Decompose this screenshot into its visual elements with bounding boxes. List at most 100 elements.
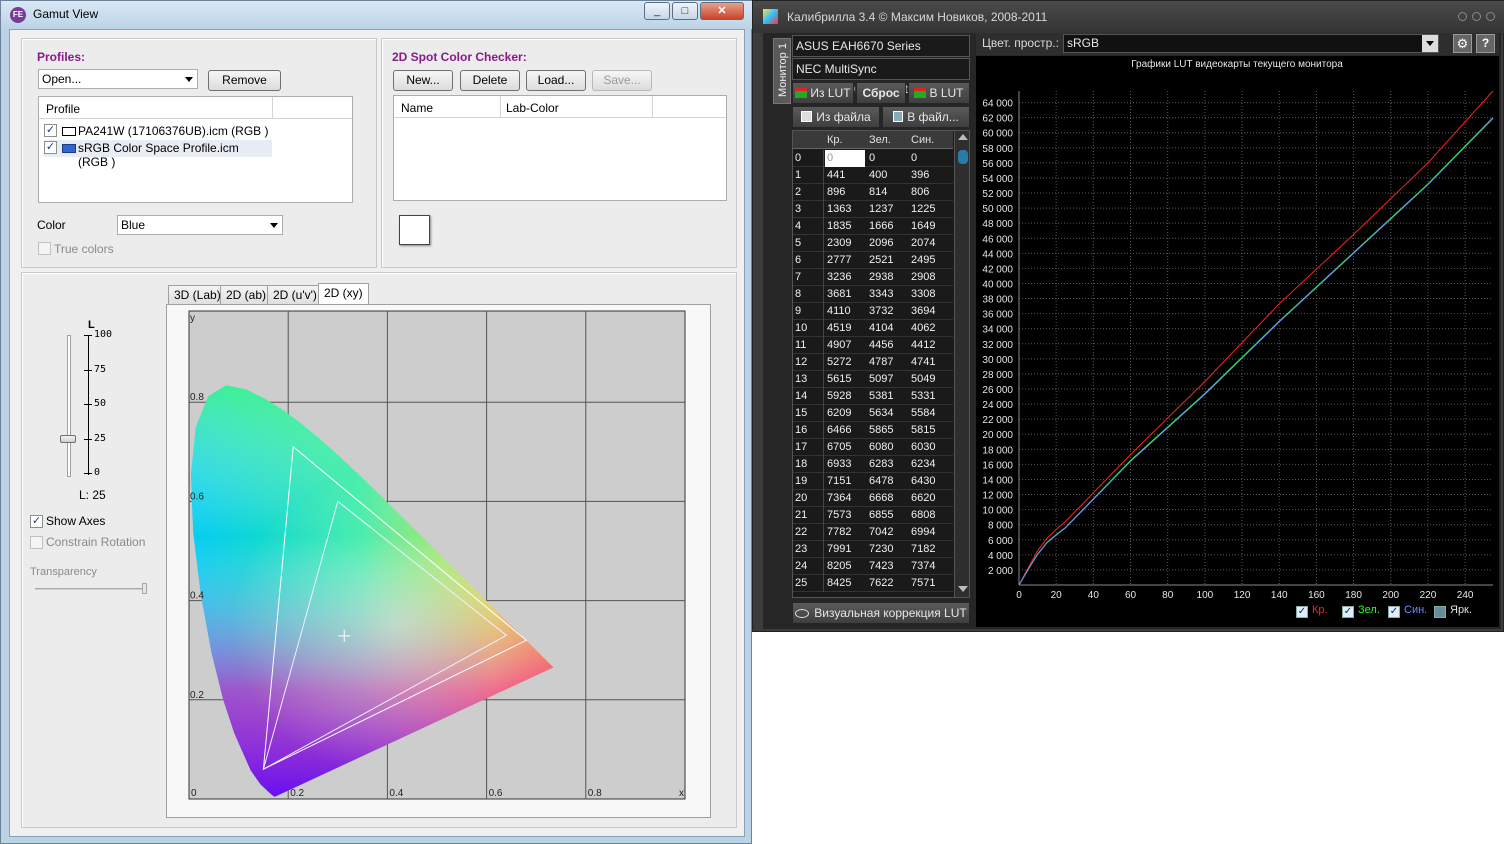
name-column-header[interactable]: Name [401, 101, 433, 115]
table-row[interactable]: 9 4110 3732 3694 [793, 303, 953, 320]
lut-value-cell[interactable]: 1237 [869, 201, 893, 218]
lut-value-cell[interactable]: 7573 [827, 507, 851, 524]
to-file-button[interactable]: В файл... [882, 106, 970, 128]
lut-value-cell[interactable]: 0 [911, 150, 917, 167]
table-row[interactable]: 15 6209 5634 5584 [793, 405, 953, 422]
lab-color-column-header[interactable]: Lab-Color [506, 101, 559, 115]
lut-value-cell[interactable]: 6430 [911, 473, 935, 490]
lut-value-cell[interactable]: 7991 [827, 541, 851, 558]
lut-value-cell[interactable]: 0 [869, 150, 875, 167]
spot-colors-list[interactable]: Name Lab-Color [393, 95, 727, 201]
lut-value-cell[interactable]: 2521 [869, 252, 893, 269]
lut-value-cell[interactable]: 1649 [911, 218, 935, 235]
tab-3d-lab[interactable]: 3D (Lab) [168, 285, 227, 305]
maximize-circle-button[interactable] [1472, 12, 1481, 21]
lut-value-cell[interactable]: 6030 [911, 439, 935, 456]
lut-value-cell[interactable]: 7423 [869, 558, 893, 575]
lut-value-cell[interactable]: 6668 [869, 490, 893, 507]
true-colors-checkbox[interactable] [38, 242, 51, 255]
lut-value-cell[interactable]: 0 [825, 150, 865, 167]
lut-value-cell[interactable]: 6209 [827, 405, 851, 422]
lut-value-cell[interactable]: 1225 [911, 201, 935, 218]
lut-value-cell[interactable]: 7182 [911, 541, 935, 558]
legend-checkbox[interactable]: ✓ [1342, 606, 1354, 618]
table-row[interactable]: 13 5615 5097 5049 [793, 371, 953, 388]
lut-value-cell[interactable]: 6234 [911, 456, 935, 473]
lut-value-cell[interactable]: 7364 [827, 490, 851, 507]
maximize-button[interactable]: □ [672, 2, 698, 20]
lut-value-cell[interactable]: 806 [911, 184, 929, 201]
lut-value-cell[interactable]: 5097 [869, 371, 893, 388]
table-row[interactable]: 20 7364 6668 6620 [793, 490, 953, 507]
gamut-title-bar[interactable]: FE Gamut View _ □ ✕ [1, 1, 753, 29]
visual-correction-button[interactable]: Визуальная коррекция LUT [792, 602, 970, 624]
table-row[interactable]: 21 7573 6855 6808 [793, 507, 953, 524]
list-item[interactable]: ✓ PA241W (17106376UB).icm (RGB ) [44, 123, 344, 140]
gear-icon[interactable]: ⚙ [1453, 34, 1472, 53]
lut-value-cell[interactable]: 6478 [869, 473, 893, 490]
scroll-thumb[interactable] [958, 150, 968, 164]
lut-value-cell[interactable]: 2908 [911, 269, 935, 286]
colorspace-combo[interactable]: sRGB [1063, 34, 1439, 53]
profile-column-header[interactable]: Profile [46, 102, 80, 116]
lut-value-cell[interactable]: 4412 [911, 337, 935, 354]
help-icon[interactable]: ? [1476, 34, 1495, 53]
lut-value-cell[interactable]: 5634 [869, 405, 893, 422]
lut-value-cell[interactable]: 1835 [827, 218, 851, 235]
color-combo[interactable]: Blue [117, 215, 283, 235]
lut-value-cell[interactable]: 7782 [827, 524, 851, 541]
legend-checkbox[interactable] [1434, 606, 1446, 618]
spot-color-swatch[interactable] [399, 215, 430, 245]
lut-value-cell[interactable]: 4907 [827, 337, 851, 354]
table-row[interactable]: 18 6933 6283 6234 [793, 456, 953, 473]
lut-value-cell[interactable]: 3681 [827, 286, 851, 303]
close-button[interactable]: ✕ [700, 2, 744, 20]
kalibrilla-title-bar[interactable]: Калибрилла 3.4 © Максим Новиков, 2008-20… [753, 1, 1504, 33]
lut-value-cell[interactable]: 7151 [827, 473, 851, 490]
table-row[interactable]: 10 4519 4104 4062 [793, 320, 953, 337]
lut-value-cell[interactable]: 5865 [869, 422, 893, 439]
monitor-field[interactable]: NEC MultiSync PA241W(DisplayPort) [792, 58, 970, 96]
lut-value-cell[interactable]: 5381 [869, 388, 893, 405]
lut-value-cell[interactable]: 6808 [911, 507, 935, 524]
table-row[interactable]: 6 2777 2521 2495 [793, 252, 953, 269]
lut-value-cell[interactable]: 6283 [869, 456, 893, 473]
chevron-down-icon[interactable] [1422, 35, 1438, 52]
lut-value-cell[interactable]: 814 [869, 184, 887, 201]
table-row[interactable]: 8 3681 3343 3308 [793, 286, 953, 303]
table-row[interactable]: 3 1363 1237 1225 [793, 201, 953, 218]
lut-value-cell[interactable]: 5272 [827, 354, 851, 371]
lut-scrollbar[interactable] [954, 131, 969, 597]
lut-value-cell[interactable]: 6466 [827, 422, 851, 439]
to-lut-button[interactable]: В LUT [908, 82, 970, 104]
lut-value-cell[interactable]: 5584 [911, 405, 935, 422]
lut-value-cell[interactable]: 4456 [869, 337, 893, 354]
lut-value-cell[interactable]: 8425 [827, 575, 851, 592]
monitor-side-tab[interactable]: Монитор 1 [773, 38, 791, 104]
tab-2d-uv[interactable]: 2D (u'v') [267, 285, 323, 305]
minimize-button[interactable]: _ [644, 2, 670, 20]
list-item[interactable]: ✓ sRGB Color Space Profile.icm (RGB ) [44, 140, 272, 169]
table-row[interactable]: 22 7782 7042 6994 [793, 524, 953, 541]
table-row[interactable]: 4 1835 1666 1649 [793, 218, 953, 235]
lut-value-cell[interactable]: 6620 [911, 490, 935, 507]
lut-value-cell[interactable]: 4741 [911, 354, 935, 371]
lut-value-cell[interactable]: 6855 [869, 507, 893, 524]
lut-value-cell[interactable]: 3308 [911, 286, 935, 303]
table-row[interactable]: 19 7151 6478 6430 [793, 473, 953, 490]
lut-value-cell[interactable]: 7374 [911, 558, 935, 575]
from-lut-button[interactable]: Из LUT [792, 82, 854, 104]
lut-value-cell[interactable]: 3236 [827, 269, 851, 286]
save-button[interactable]: Save... [592, 70, 652, 91]
table-row[interactable]: 16 6466 5865 5815 [793, 422, 953, 439]
lut-table[interactable]: Кр. Зел. Син. 0 0 0 0 1 441 400 396 2 896 814 806 3 1… [792, 130, 970, 598]
lut-value-cell[interactable]: 2309 [827, 235, 851, 252]
new-button[interactable]: New... [393, 70, 453, 91]
profile-checkbox[interactable]: ✓ [44, 141, 57, 154]
table-row[interactable]: 5 2309 2096 2074 [793, 235, 953, 252]
transparency-slider-thumb[interactable] [142, 583, 147, 594]
table-row[interactable]: 17 6705 6080 6030 [793, 439, 953, 456]
lut-value-cell[interactable]: 8205 [827, 558, 851, 575]
lut-value-cell[interactable]: 441 [827, 167, 845, 184]
table-row[interactable]: 14 5928 5381 5331 [793, 388, 953, 405]
